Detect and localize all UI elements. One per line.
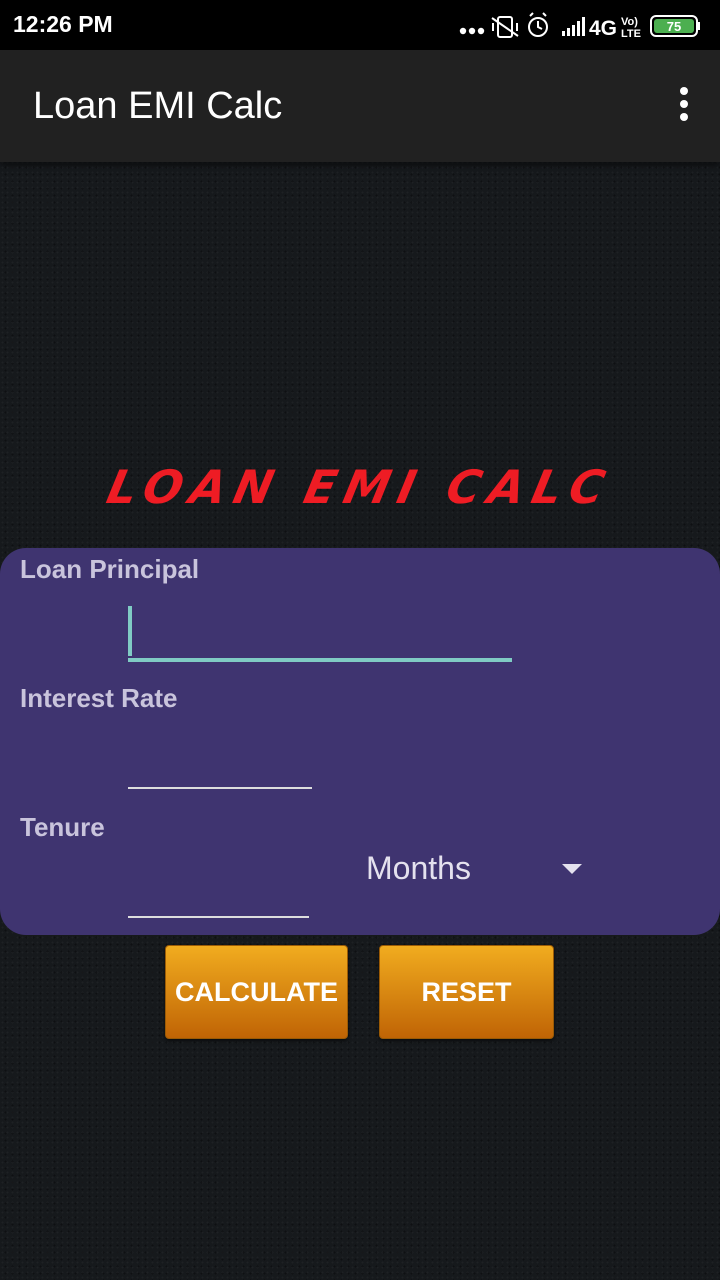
app-title: Loan EMI Calc [33,85,283,127]
reset-button[interactable]: RESET [379,945,554,1039]
interest-rate-input[interactable] [128,735,312,785]
interest-rate-underline [128,787,312,789]
network-type-label: 4G [589,17,617,40]
status-icons: 4G Vo) LTE 75 [450,0,720,50]
app-bar: Loan EMI Calc [0,50,720,162]
tenure-underline [128,916,309,918]
tenure-unit-value: Months [366,850,471,886]
logo-heading: LOAN EMI CALC [102,460,618,514]
loan-principal-underline [128,658,512,662]
more-notifications-icon [459,27,485,35]
alarm-icon [528,12,548,37]
status-time: 12:26 PM [13,11,113,37]
signal-icon [562,17,585,36]
loan-principal-input[interactable] [128,606,512,656]
calculate-button[interactable]: CALCULATE [165,945,348,1039]
loan-principal-label: Loan Principal [20,554,200,584]
status-bar: 12:26 PM 4G Vo) LTE 75 [0,0,720,50]
battery-level: 75 [667,19,681,34]
volte-label-top: Vo) [621,16,638,28]
tenure-unit-dropdown[interactable]: Months [366,848,596,892]
text-cursor [128,606,132,656]
vibrate-off-icon [491,16,519,38]
interest-rate-label: Interest Rate [20,683,178,713]
volte-label-bottom: LTE [621,28,641,40]
battery-icon: 75 [650,15,700,37]
tenure-label: Tenure [20,812,105,842]
tenure-input[interactable] [128,864,310,914]
dropdown-arrow-icon [562,864,582,874]
more-options-icon[interactable] [676,87,692,127]
